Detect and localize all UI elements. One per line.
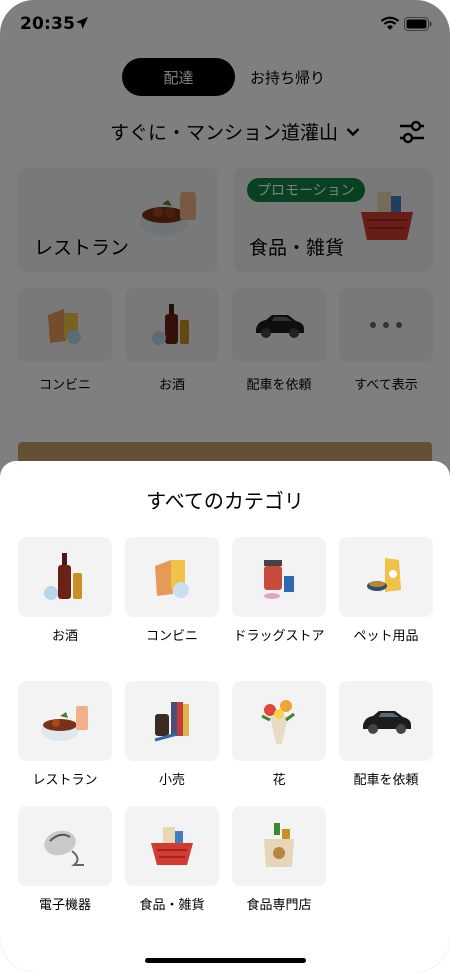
pet-supplies-icon xyxy=(367,558,401,592)
category-label: コンビニ xyxy=(145,629,198,644)
category-retail[interactable]: 小売 xyxy=(125,681,219,790)
grocery-icon xyxy=(151,827,193,865)
category-restaurant[interactable]: レストラン xyxy=(18,681,112,790)
category-grocery[interactable]: 食品・雑貨 xyxy=(125,806,219,915)
all-categories-sheet: すべてのカテゴリ お酒 コンビニ ドラッグストア ペット用品 レストラン 小売 … xyxy=(0,461,450,972)
category-label: 配車を依頼 xyxy=(353,773,419,788)
category-liquor[interactable]: お酒 xyxy=(18,537,112,646)
category-convenience[interactable]: コンビニ xyxy=(125,537,219,646)
category-label: ペット用品 xyxy=(353,629,419,644)
flowers-icon xyxy=(261,700,295,744)
app-screen: 20:35 配達 お持ち帰り すぐに・マンション道灌山 xyxy=(0,0,450,972)
category-ride[interactable]: 配車を依頼 xyxy=(339,681,433,790)
drugstore-icon xyxy=(264,560,294,599)
specialty-food-icon xyxy=(264,823,294,867)
car-icon xyxy=(363,711,411,734)
home-indicator[interactable] xyxy=(145,958,306,963)
category-drugstore[interactable]: ドラッグストア xyxy=(232,537,326,646)
retail-icon xyxy=(154,702,189,742)
electronics-icon xyxy=(44,830,84,866)
category-label: 花 xyxy=(272,773,286,788)
category-label: ドラッグストア xyxy=(233,629,325,644)
category-pet[interactable]: ペット用品 xyxy=(339,537,433,646)
category-label: 食品・雑貨 xyxy=(139,898,205,913)
category-electronics[interactable]: 電子機器 xyxy=(18,806,112,915)
category-label: レストラン xyxy=(32,773,98,788)
category-label: 小売 xyxy=(158,773,185,788)
liquor-icon xyxy=(44,553,82,600)
restaurant-icon xyxy=(41,706,88,741)
convenience-store-icon xyxy=(155,560,189,598)
sheet-title: すべてのカテゴリ xyxy=(146,489,304,513)
category-flowers[interactable]: 花 xyxy=(232,681,326,790)
category-label: 食品専門店 xyxy=(246,898,312,913)
category-label: 電子機器 xyxy=(38,898,91,913)
category-label: お酒 xyxy=(51,629,78,644)
category-specialty-food[interactable]: 食品専門店 xyxy=(232,806,326,915)
